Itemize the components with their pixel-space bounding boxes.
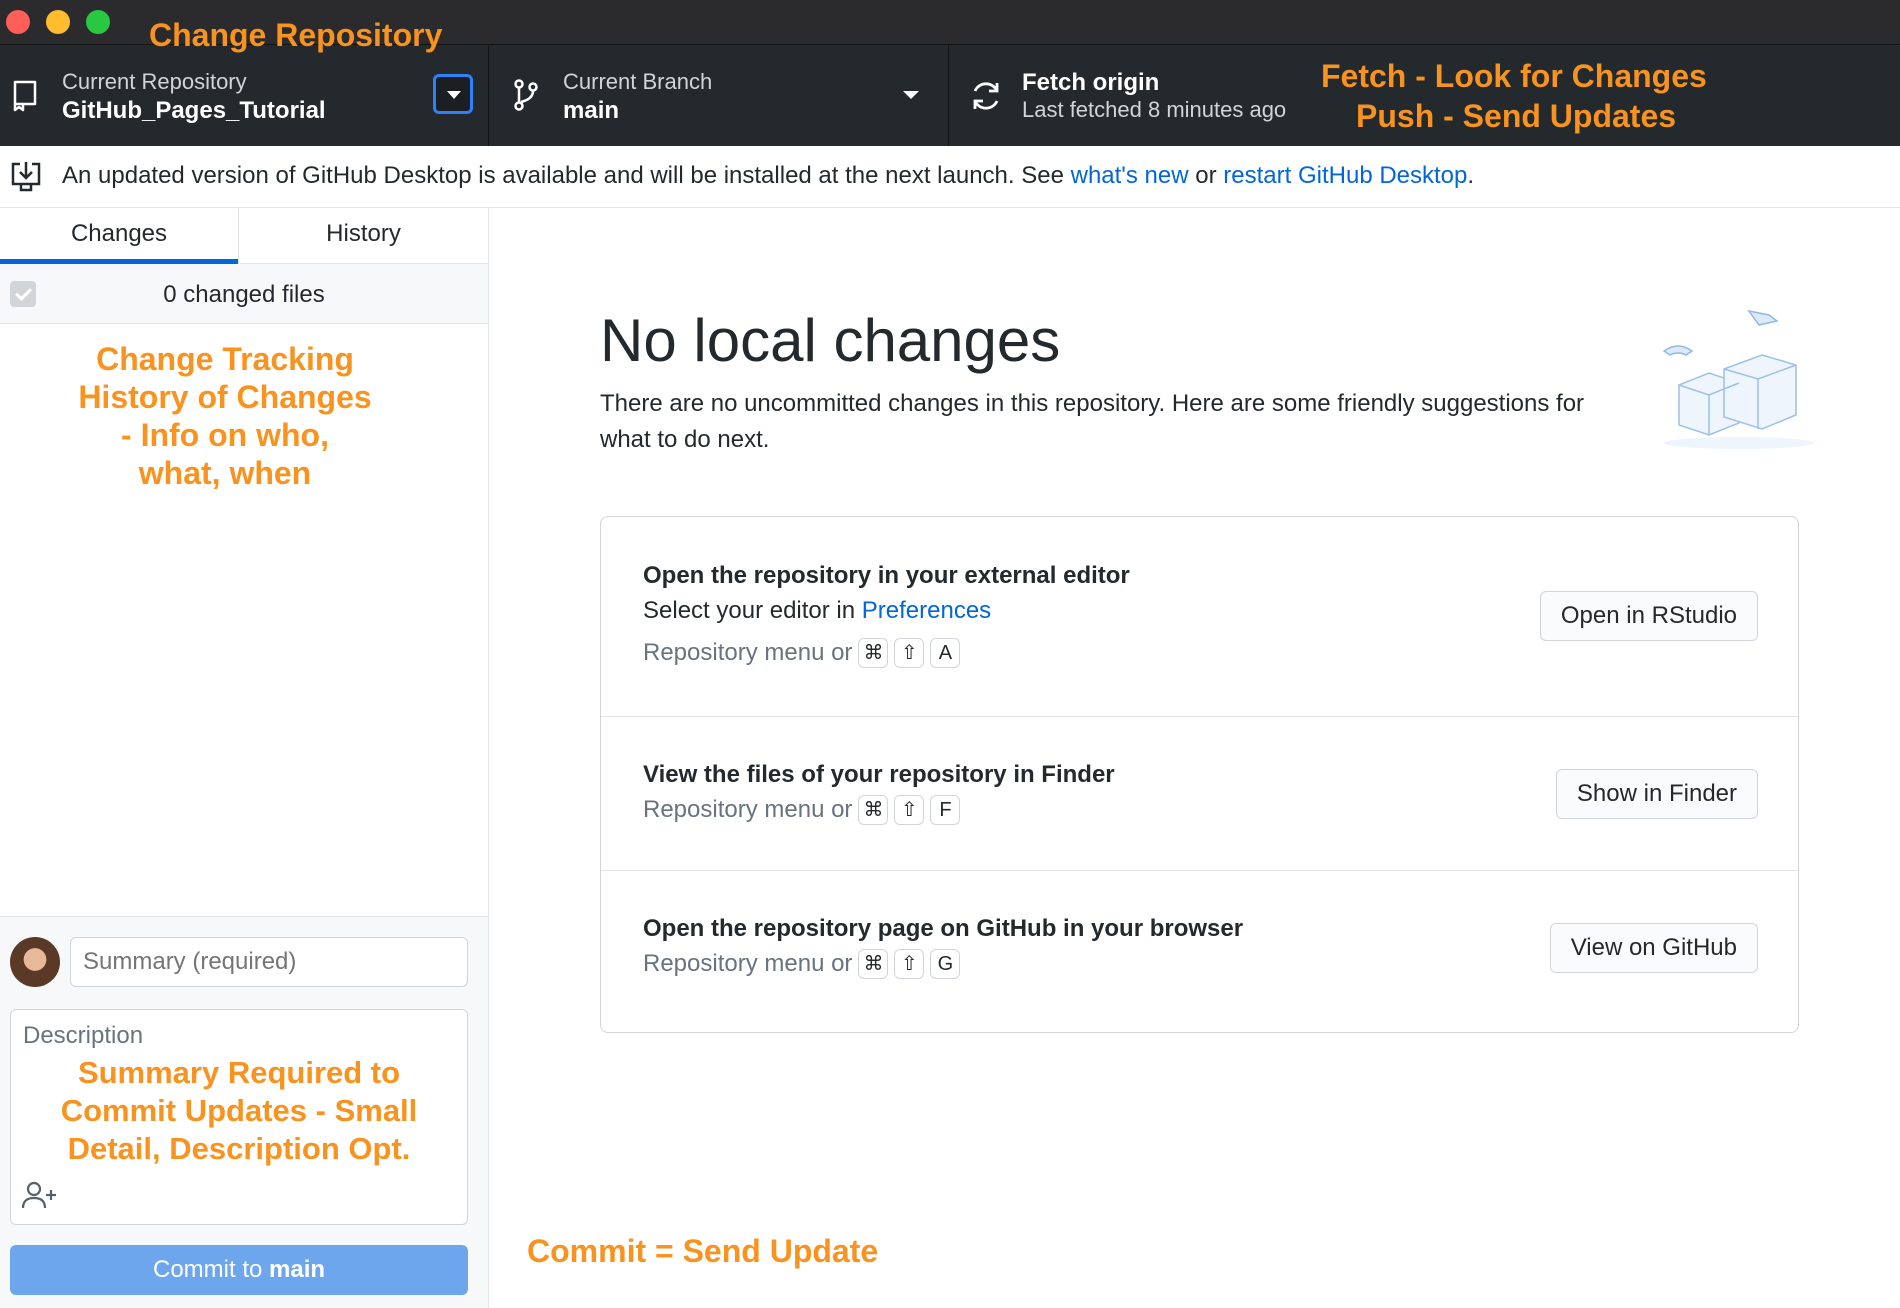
update-message: An updated version of GitHub Desktop is … [62, 162, 1474, 190]
close-window-button[interactable] [6, 10, 30, 34]
annotation-summary-line-2: Commit Updates - Small [60, 1093, 418, 1128]
changed-files-header: 0 changed files [0, 264, 488, 324]
annotation-change-tracking: Change Tracking History of Changes - Inf… [30, 340, 420, 492]
annotation-summary: Summary Required to Commit Updates - Sma… [21, 1054, 457, 1168]
annotation-fetch: Fetch - Look for Changes [1321, 58, 1707, 94]
sidebar-tabs: Changes History [0, 208, 488, 264]
repo-icon [13, 80, 37, 112]
commit-button-prefix: Commit to [152, 1256, 269, 1283]
repo-name: GitHub_Pages_Tutorial [62, 97, 326, 124]
letter-key: A [930, 638, 961, 668]
shift-key: ⇧ [894, 795, 925, 825]
repo-dropdown-button[interactable] [433, 74, 473, 114]
shortcut-hint: Repository menu or ⌘ ⇧ A [643, 638, 961, 668]
description-placeholder: Description [23, 1022, 144, 1049]
shortcut-hint: Repository menu or ⌘ ⇧ F [643, 795, 961, 825]
update-banner: An updated version of GitHub Desktop is … [0, 146, 1900, 208]
fetch-title: Fetch origin [1022, 69, 1160, 96]
current-branch-selector[interactable]: Current Branch main [489, 45, 949, 146]
page-description: There are no uncommitted changes in this… [600, 390, 1585, 453]
suggestions-card: Open the repository in your external edi… [600, 516, 1799, 1033]
command-key: ⌘ [858, 949, 889, 979]
empty-state-illustration [1662, 309, 1814, 449]
tab-changes[interactable]: Changes [0, 208, 238, 264]
restart-github-desktop-link[interactable]: restart GitHub Desktop [1223, 162, 1467, 189]
download-icon [11, 162, 41, 192]
main-panel: No local changes There are no uncommitte… [489, 208, 1900, 1308]
command-key: ⌘ [858, 638, 889, 668]
page-title: No local changes [600, 307, 1061, 374]
suggestion-show-finder: View the files of your repository in Fin… [601, 717, 1798, 871]
shift-key: ⇧ [894, 638, 925, 668]
summary-input[interactable] [70, 937, 468, 987]
annotation-tracking-line-4: what, when [138, 455, 312, 491]
banner-text-mid: or [1188, 162, 1224, 189]
banner-text-end: . [1467, 162, 1475, 189]
chevron-down-icon [903, 91, 919, 99]
letter-key: G [930, 949, 961, 979]
suggestion-title: View the files of your repository in Fin… [643, 761, 1115, 788]
shortcut-hint: Repository menu or ⌘ ⇧ G [643, 949, 961, 979]
banner-text-start: An updated version of GitHub Desktop is … [62, 162, 1071, 189]
annotation-commit-note: Commit = Send Update [527, 1233, 879, 1269]
annotation-tracking-line-2: History of Changes [78, 379, 372, 415]
suggestion-title: Open the repository page on GitHub in yo… [643, 915, 1244, 942]
command-key: ⌘ [858, 795, 889, 825]
changed-files-count: 0 changed files [163, 281, 325, 308]
branch-name: main [563, 97, 620, 124]
show-in-finder-button[interactable]: Show in Finder [1555, 769, 1758, 819]
branch-label: Current Branch [563, 69, 713, 94]
annotation-change-repository: Change Repository [149, 17, 443, 53]
annotation-push: Push - Send Updates [1356, 98, 1677, 134]
current-repository-selector[interactable]: Current Repository GitHub_Pages_Tutorial [0, 45, 489, 146]
avatar [10, 937, 60, 987]
suggestion-open-editor: Open the repository in your external edi… [601, 517, 1798, 717]
annotation-summary-line-3: Detail, Description Opt. [67, 1131, 411, 1166]
shortcut-hint-text: Repository menu or [643, 639, 853, 666]
open-in-rstudio-button[interactable]: Open in RStudio [1539, 591, 1758, 641]
annotation-tracking-line-1: Change Tracking [96, 341, 354, 377]
sidebar: Changes History 0 changed files Change T… [0, 208, 489, 1308]
suggestion-title: Open the repository in your external edi… [643, 562, 1130, 589]
annotation-summary-line-1: Summary Required to [77, 1055, 401, 1090]
commit-form: Description Summary Required to Commit U… [0, 916, 488, 1308]
zoom-window-button[interactable] [86, 10, 110, 34]
repo-label: Current Repository [62, 69, 247, 94]
commit-button[interactable]: Commit to main [10, 1245, 468, 1295]
suggestion-view-github: Open the repository page on GitHub in yo… [601, 871, 1798, 1033]
fetch-subtitle: Last fetched 8 minutes ago [1022, 97, 1287, 122]
branch-icon [514, 79, 538, 111]
github-desktop-window: Current Repository GitHub_Pages_Tutorial… [0, 0, 1900, 1308]
view-on-github-button[interactable]: View on GitHub [1549, 923, 1758, 973]
tab-history[interactable]: History [238, 208, 488, 264]
whats-new-link[interactable]: what's new [1071, 162, 1189, 189]
sync-icon [973, 82, 999, 110]
suggestion-subtitle: Select your editor in Preferences [643, 597, 991, 625]
shortcut-hint-text: Repository menu or [643, 796, 853, 823]
editor-prefix: Select your editor in [643, 597, 862, 624]
shortcut-hint-text: Repository menu or [643, 950, 853, 977]
letter-key: F [930, 795, 961, 825]
shift-key: ⇧ [894, 949, 925, 979]
add-coauthor-icon[interactable] [21, 1180, 59, 1210]
commit-button-branch: main [269, 1256, 326, 1283]
description-field[interactable]: Description Summary Required to Commit U… [10, 1009, 468, 1225]
preferences-link[interactable]: Preferences [862, 597, 991, 624]
minimize-window-button[interactable] [46, 10, 70, 34]
annotation-tracking-line-3: - Info on who, [121, 417, 329, 453]
